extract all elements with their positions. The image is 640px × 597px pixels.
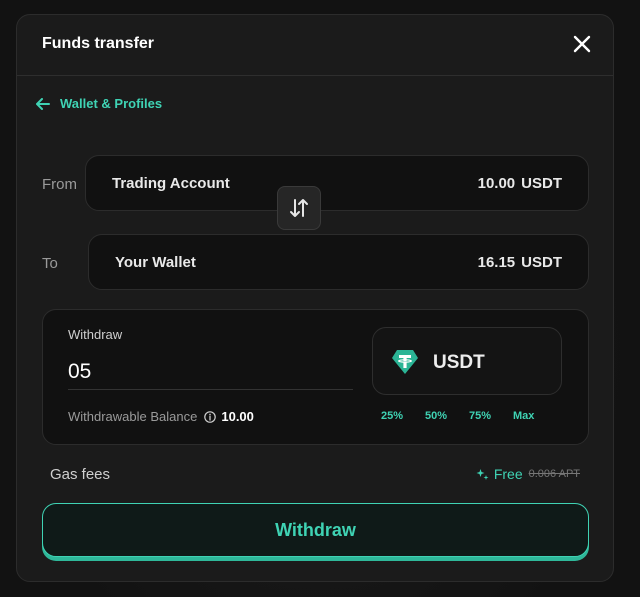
token-name: USDT: [433, 352, 485, 373]
to-account-amount: 16.15 USDT: [478, 254, 562, 271]
arrow-left-icon: [36, 97, 50, 110]
withdrawable-balance: Withdrawable Balance 10.00: [68, 409, 254, 424]
from-currency: USDT: [521, 175, 562, 192]
close-icon: [573, 35, 591, 53]
tether-icon: [392, 350, 418, 374]
swap-icon: [290, 199, 308, 217]
gas-original-fee: 0.006 APT: [528, 468, 580, 480]
close-button[interactable]: [571, 33, 593, 55]
token-selector[interactable]: USDT: [372, 327, 562, 395]
withdraw-label: Withdraw: [68, 327, 123, 342]
from-label: From: [42, 176, 77, 193]
withdrawable-balance-value: 10.00: [221, 409, 254, 424]
withdraw-button[interactable]: Withdraw: [42, 503, 589, 557]
withdrawable-balance-label: Withdrawable Balance: [68, 409, 198, 424]
gas-fee-value: Free 0.006 APT: [476, 466, 580, 482]
from-account-amount: 10.00 USDT: [478, 175, 562, 192]
to-account-box[interactable]: Your Wallet 16.15 USDT: [88, 234, 589, 290]
info-icon[interactable]: [204, 410, 217, 423]
withdraw-amount-input[interactable]: [68, 354, 353, 390]
swap-direction-button[interactable]: [277, 186, 321, 230]
modal-title: Funds transfer: [42, 35, 155, 52]
modal-header: Funds transfer: [17, 15, 613, 76]
to-currency: USDT: [521, 254, 562, 271]
from-amount-value: 10.00: [477, 175, 516, 192]
from-account-name: Trading Account: [112, 175, 230, 192]
back-link-label: Wallet & Profiles: [60, 96, 163, 111]
gas-free-label: Free: [493, 466, 523, 482]
sparkle-icon: [476, 468, 489, 480]
gas-fees-label: Gas fees: [50, 466, 111, 483]
percent-75-button[interactable]: 75%: [469, 410, 491, 422]
to-amount-value: 16.15: [477, 254, 516, 271]
percent-50-button[interactable]: 50%: [425, 410, 447, 422]
to-account-name: Your Wallet: [115, 254, 196, 271]
percent-25-button[interactable]: 25%: [381, 410, 403, 422]
to-label: To: [42, 255, 58, 272]
from-account-box[interactable]: Trading Account 10.00 USDT: [85, 155, 589, 211]
withdraw-panel: Withdraw Withdrawable Balance 10.00 USDT…: [42, 309, 589, 445]
back-to-wallet-link[interactable]: Wallet & Profiles: [36, 96, 162, 111]
percent-max-button[interactable]: Max: [513, 410, 534, 422]
